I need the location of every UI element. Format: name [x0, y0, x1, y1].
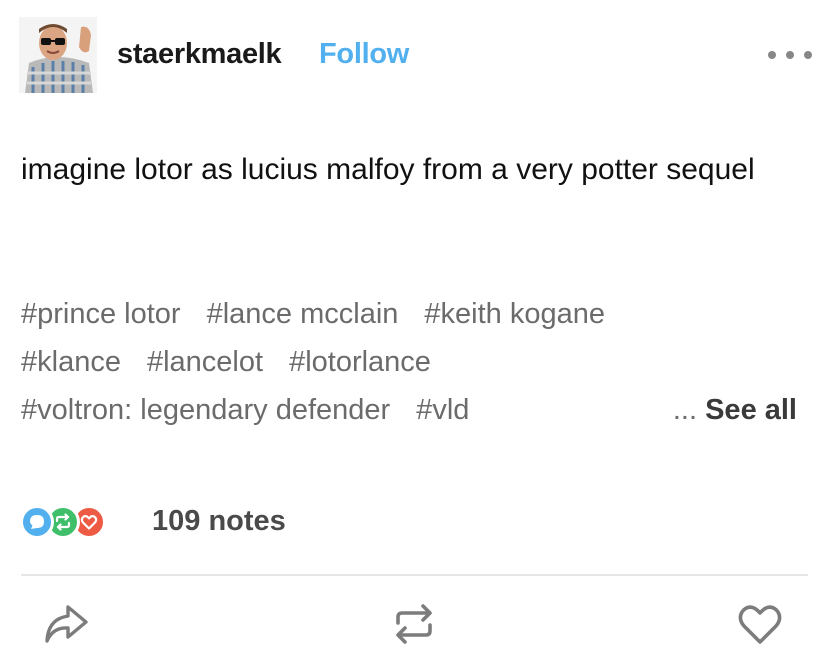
tag-lancelot[interactable]: #lancelot: [147, 346, 263, 378]
more-dot: [768, 51, 776, 59]
share-icon[interactable]: [42, 600, 90, 648]
divider: [21, 574, 808, 576]
heart-icon[interactable]: [736, 600, 784, 648]
tag-vld[interactable]: #vld: [416, 394, 469, 426]
post-header: staerkmaelk Follow: [0, 0, 828, 110]
avatar[interactable]: [19, 17, 97, 93]
reply-icon: [20, 505, 54, 539]
more-dot: [786, 51, 794, 59]
post-body-text: imagine lotor as lucius malfoy from a ve…: [21, 153, 755, 186]
tag-lance-mcclain[interactable]: #lance mcclain: [207, 298, 399, 330]
see-all-label: See all: [705, 394, 797, 426]
tag-line: #klance #lancelot #lotorlance: [21, 338, 811, 386]
tag-keith-kogane[interactable]: #keith kogane: [424, 298, 605, 330]
see-all-tags-button[interactable]: ... See all: [673, 386, 797, 434]
follow-button[interactable]: Follow: [319, 38, 409, 71]
more-options-icon[interactable]: [768, 40, 812, 70]
notes-row[interactable]: 109 notes: [20, 500, 420, 544]
tag-line: #prince lotor #lance mcclain #keith kogane: [21, 290, 811, 338]
tag-lotorlance[interactable]: #lotorlance: [289, 346, 431, 378]
see-all-ellipsis: ...: [672, 394, 698, 426]
post-username[interactable]: staerkmaelk: [117, 38, 282, 71]
tag-prince-lotor[interactable]: #prince lotor: [21, 298, 181, 330]
notes-count[interactable]: 109 notes: [152, 505, 286, 538]
more-dot: [804, 51, 812, 59]
tag-klance[interactable]: #klance: [21, 346, 121, 378]
tag-voltron[interactable]: #voltron: legendary defender: [21, 394, 390, 426]
reblog-icon[interactable]: [390, 600, 438, 648]
